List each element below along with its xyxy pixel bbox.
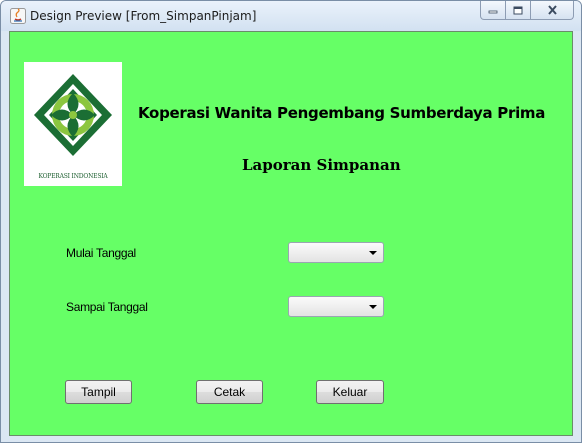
- maximize-icon: [513, 6, 523, 14]
- show-button[interactable]: Tampil: [65, 380, 132, 404]
- end-date-combobox[interactable]: [288, 296, 384, 317]
- window-title: Design Preview [From_SimpanPinjam]: [30, 9, 257, 23]
- start-date-combobox[interactable]: [288, 242, 384, 263]
- window-controls: [480, 1, 574, 21]
- minimize-button[interactable]: [480, 1, 506, 20]
- form-panel: KOPERASI INDONESIA Koperasi Wanita Penge…: [9, 31, 573, 436]
- application-window: Design Preview [From_SimpanPinjam] KOPER…: [0, 0, 582, 443]
- logo-caption: KOPERASI INDONESIA: [38, 173, 108, 180]
- print-button[interactable]: Cetak: [196, 380, 263, 404]
- dropdown-arrow-icon: [369, 251, 377, 255]
- java-app-icon: [10, 8, 26, 24]
- close-icon: [547, 5, 557, 15]
- report-title: Laporan Simpanan: [242, 156, 401, 174]
- koperasi-emblem-icon: [34, 74, 112, 156]
- koperasi-logo: KOPERASI INDONESIA: [24, 62, 122, 186]
- start-date-label: Mulai Tanggal: [66, 246, 136, 260]
- dropdown-arrow-icon: [369, 305, 377, 309]
- minimize-icon: [488, 10, 498, 14]
- close-button[interactable]: [531, 1, 574, 20]
- maximize-button[interactable]: [506, 1, 531, 20]
- title-bar[interactable]: Design Preview [From_SimpanPinjam]: [1, 1, 581, 31]
- end-date-label: Sampai Tanggal: [66, 300, 148, 314]
- organization-name: Koperasi Wanita Pengembang Sumberdaya Pr…: [138, 104, 546, 122]
- exit-button[interactable]: Keluar: [316, 380, 384, 404]
